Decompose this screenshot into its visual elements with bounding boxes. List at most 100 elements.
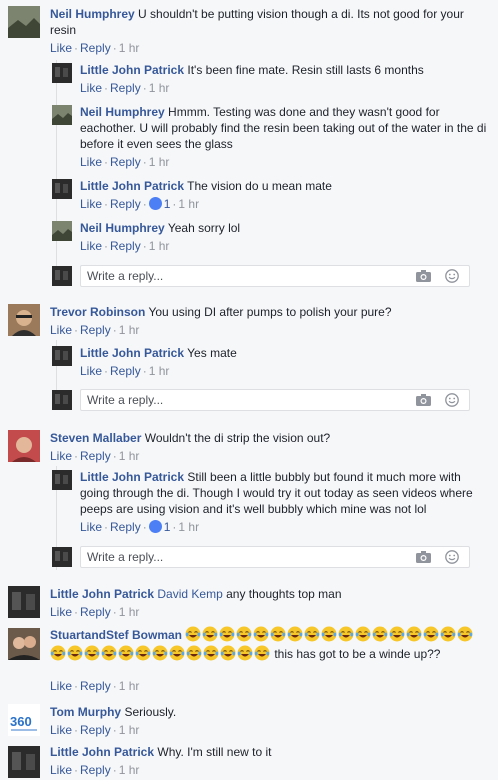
avatar[interactable] (52, 470, 72, 490)
separator: · (112, 449, 117, 463)
separator: · (104, 239, 109, 253)
comment-author[interactable]: Trevor Robinson (50, 305, 145, 319)
timestamp[interactable]: 1 hr (149, 155, 170, 169)
comment-author[interactable]: Little John Patrick (80, 179, 184, 193)
avatar[interactable] (52, 105, 72, 125)
comment-author[interactable]: Neil Humphrey (50, 7, 135, 21)
reply-link[interactable]: Reply (80, 41, 111, 55)
avatar[interactable] (52, 179, 72, 199)
reply-input[interactable]: Write a reply... (80, 389, 470, 411)
tears-of-joy-icon (406, 626, 422, 642)
camera-icon[interactable] (416, 551, 431, 563)
timestamp[interactable]: 1 hr (119, 605, 140, 619)
reply-placeholder: Write a reply... (87, 550, 164, 564)
like-link[interactable]: Like (50, 449, 72, 463)
emoji-icon[interactable] (445, 393, 459, 407)
separator: · (74, 449, 79, 463)
timestamp[interactable]: 1 hr (149, 364, 170, 378)
emoji-icon[interactable] (445, 550, 459, 564)
avatar[interactable] (8, 586, 40, 618)
like-link[interactable]: Like (50, 679, 72, 693)
reply-link[interactable]: Reply (80, 679, 111, 693)
reply-link[interactable]: Reply (110, 520, 141, 534)
tears-of-joy-icon (118, 645, 134, 661)
like-link[interactable]: Like (80, 81, 102, 95)
comment-author[interactable]: Little John Patrick (80, 63, 184, 77)
comment-text: The vision do u mean mate (187, 179, 332, 193)
timestamp[interactable]: 1 hr (149, 81, 170, 95)
like-link[interactable]: Like (80, 239, 102, 253)
tears-of-joy-icon (236, 626, 252, 642)
tears-of-joy-icon (237, 645, 253, 661)
comment-author[interactable]: Little John Patrick (50, 587, 154, 601)
avatar[interactable] (8, 746, 40, 778)
timestamp[interactable]: 1 hr (119, 723, 140, 737)
like-link[interactable]: Like (80, 520, 102, 534)
reply-link[interactable]: Reply (110, 197, 141, 211)
timestamp[interactable]: 1 hr (119, 449, 140, 463)
avatar[interactable] (52, 63, 72, 83)
avatar[interactable]: 360 (8, 704, 40, 736)
separator: · (74, 679, 79, 693)
reply-input[interactable]: Write a reply... (80, 546, 470, 568)
emoji-icon[interactable] (445, 269, 459, 283)
like-link[interactable]: Like (50, 763, 72, 777)
timestamp[interactable]: 1 hr (119, 41, 140, 55)
timestamp[interactable]: 1 hr (149, 239, 170, 253)
comment-author[interactable]: Little John Patrick (80, 346, 184, 360)
thumbs-up-icon (148, 520, 162, 533)
comment-author[interactable]: Little John Patrick (80, 470, 184, 484)
avatar[interactable] (8, 628, 40, 660)
comment-text: Why. I'm still new to it (157, 745, 272, 759)
timestamp[interactable]: 1 hr (119, 679, 140, 693)
comment-text: Wouldn't the di strip the vision out? (144, 431, 331, 445)
svg-text:360: 360 (10, 714, 32, 729)
reply-link[interactable]: Reply (80, 323, 111, 337)
like-link[interactable]: Like (80, 364, 102, 378)
reply-link[interactable]: Reply (110, 155, 141, 169)
separator: · (104, 155, 109, 169)
avatar[interactable] (8, 430, 40, 462)
tears-of-joy-icon (203, 645, 219, 661)
avatar[interactable] (8, 304, 40, 336)
reply-link[interactable]: Reply (80, 605, 111, 619)
timestamp[interactable]: 1 hr (119, 763, 140, 777)
like-link[interactable]: Like (80, 155, 102, 169)
camera-icon[interactable] (416, 270, 431, 282)
like-link[interactable]: Like (50, 605, 72, 619)
mention-link[interactable]: David Kemp (157, 587, 222, 601)
reply-link[interactable]: Reply (110, 239, 141, 253)
comment-author[interactable]: Tom Murphy (50, 705, 121, 719)
separator: · (74, 605, 79, 619)
tears-of-joy-icon (202, 626, 218, 642)
reply-link[interactable]: Reply (80, 723, 111, 737)
avatar[interactable] (52, 221, 72, 241)
reply-link[interactable]: Reply (110, 81, 141, 95)
reply-link[interactable]: Reply (110, 364, 141, 378)
avatar[interactable] (52, 346, 72, 366)
tears-of-joy-icon (253, 626, 269, 642)
separator: · (74, 723, 79, 737)
comment-author[interactable]: Little John Patrick (50, 745, 154, 759)
separator: · (112, 323, 117, 337)
reply-link[interactable]: Reply (80, 763, 111, 777)
like-link[interactable]: Like (50, 41, 72, 55)
like-link[interactable]: Like (80, 197, 102, 211)
comment-author[interactable]: Steven Mallaber (50, 431, 141, 445)
comment-author[interactable]: Neil Humphrey (80, 221, 165, 235)
reply-input[interactable]: Write a reply... (80, 265, 470, 287)
camera-icon[interactable] (416, 394, 431, 406)
tears-of-joy-icon (372, 626, 388, 642)
comment-author[interactable]: Neil Humphrey (80, 105, 165, 119)
avatar (52, 390, 72, 410)
timestamp[interactable]: 1 hr (119, 323, 140, 337)
avatar[interactable] (8, 6, 40, 38)
like-link[interactable]: Like (50, 323, 72, 337)
reply-link[interactable]: Reply (80, 449, 111, 463)
tears-of-joy-icon (304, 626, 320, 642)
timestamp[interactable]: 1 hr (178, 520, 199, 534)
separator: · (142, 520, 147, 534)
timestamp[interactable]: 1 hr (178, 197, 199, 211)
comment-author[interactable]: StuartandStef Bowman (50, 628, 182, 642)
like-link[interactable]: Like (50, 723, 72, 737)
